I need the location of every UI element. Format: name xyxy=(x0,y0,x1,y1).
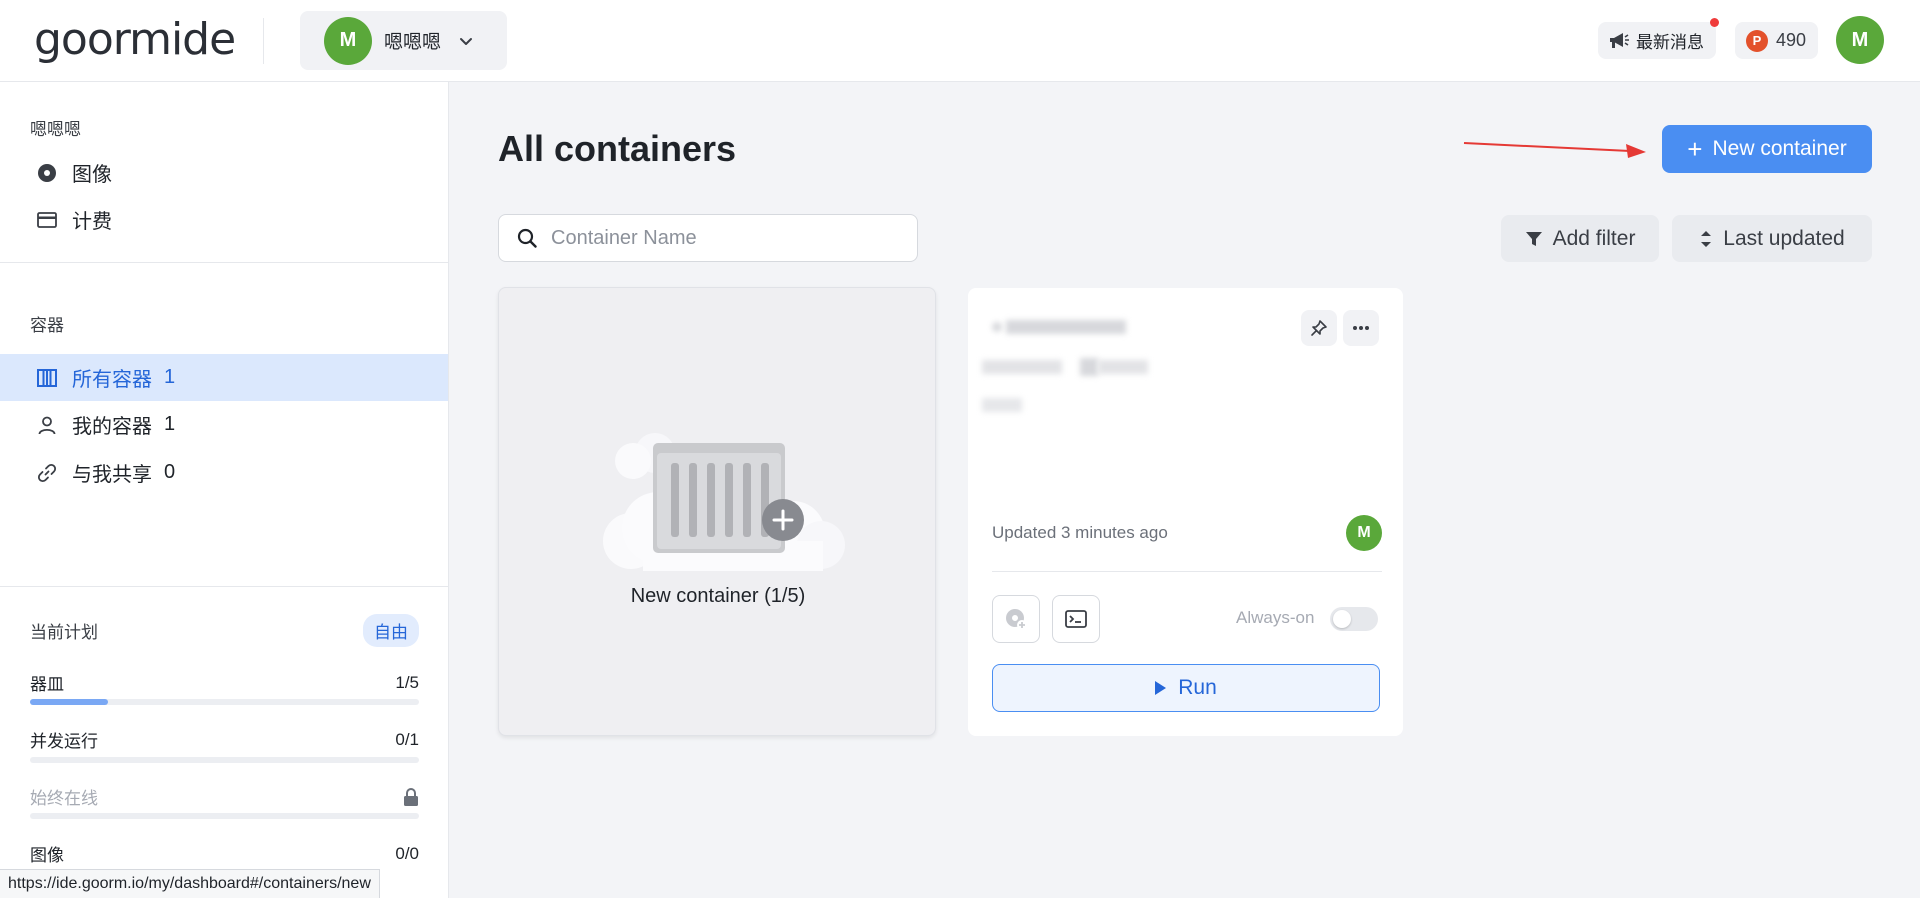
sidebar-containers-title: 容器 xyxy=(30,316,64,335)
terminal-icon xyxy=(1065,610,1087,628)
run-button[interactable]: Run xyxy=(992,664,1380,712)
news-label: 最新消息 xyxy=(1636,33,1704,52)
updated-time: Updated 3 minutes ago xyxy=(992,523,1168,542)
columns-icon xyxy=(36,367,58,389)
sidebar-item-images[interactable]: 图像 xyxy=(0,149,448,196)
card-divider xyxy=(992,571,1382,572)
run-label: Run xyxy=(1178,676,1217,699)
sidebar-item-count: 1 xyxy=(164,366,176,388)
sidebar-item-label: 所有容器 xyxy=(72,369,152,391)
annotation-arrow xyxy=(1463,142,1646,158)
org-switcher[interactable]: M 嗯嗯嗯 xyxy=(300,11,507,70)
usage-value: 0/0 xyxy=(395,843,419,863)
ellipsis-icon xyxy=(1353,326,1369,330)
news-button[interactable]: 最新消息 xyxy=(1598,18,1719,59)
always-on-toggle[interactable] xyxy=(1330,607,1378,631)
sidebar-divider xyxy=(0,586,448,587)
plan-usage-row: 器皿 1/5 xyxy=(30,670,419,695)
plus-icon: + xyxy=(1687,134,1703,164)
disc-add-icon xyxy=(1006,609,1027,630)
sidebar-item-shared-with-me[interactable]: 与我共享 0 xyxy=(0,449,448,496)
sidebar-item-count: 0 xyxy=(164,461,176,483)
add-image-button[interactable] xyxy=(992,595,1040,643)
container-cloud-illustration xyxy=(603,433,845,571)
usage-progress-bar xyxy=(30,813,419,819)
plan-usage-row: 图像 0/0 xyxy=(30,841,419,866)
terminal-button[interactable] xyxy=(1052,595,1100,643)
megaphone-icon xyxy=(1610,32,1629,48)
toggle-knob xyxy=(1333,610,1351,628)
sidebar-item-my-containers[interactable]: 我的容器 1 xyxy=(0,401,448,448)
sort-icon xyxy=(1699,229,1713,249)
points-button[interactable]: P 490 xyxy=(1735,22,1819,59)
link-icon xyxy=(36,462,58,484)
usage-progress-bar xyxy=(30,699,419,705)
points-value: 490 xyxy=(1776,30,1807,50)
goormide-logo[interactable]: goormide xyxy=(34,14,236,65)
sidebar-divider xyxy=(0,262,448,263)
sidebar-item-label: 计费 xyxy=(72,211,112,233)
user-avatar[interactable]: M xyxy=(1836,16,1884,64)
current-plan-label: 当前计划 xyxy=(30,623,98,642)
always-on-label: Always-on xyxy=(1236,608,1315,627)
sidebar-item-count: 1 xyxy=(164,413,176,435)
credit-card-icon xyxy=(36,209,58,231)
new-container-label: New container xyxy=(1712,137,1847,160)
sidebar-item-all-containers[interactable]: 所有容器 1 xyxy=(0,354,448,401)
sidebar-item-label: 与我共享 xyxy=(72,464,152,486)
page-title: All containers xyxy=(498,128,737,169)
add-filter-button[interactable]: Add filter xyxy=(1501,215,1659,262)
container-card[interactable]: Updated 3 minutes ago M Always-on Run xyxy=(968,288,1403,736)
sidebar-item-label: 我的容器 xyxy=(72,416,152,438)
sort-button[interactable]: Last updated xyxy=(1672,215,1872,262)
usage-label: 器皿 xyxy=(30,675,64,694)
user-icon xyxy=(36,414,58,436)
pin-icon xyxy=(1311,320,1327,336)
org-avatar: M xyxy=(324,16,372,65)
top-header: goormide M 嗯嗯嗯 最新消息 P 490 M xyxy=(0,0,1920,82)
plan-usage-row: 并发运行 0/1 xyxy=(30,727,419,752)
usage-value: 0/1 xyxy=(395,729,419,749)
add-filter-label: Add filter xyxy=(1552,226,1636,250)
plan-usage-row: 始终在线 xyxy=(30,784,419,809)
new-container-card[interactable]: New container (1/5) xyxy=(498,287,936,736)
plan-badge[interactable]: 自由 xyxy=(363,614,419,647)
usage-label: 并发运行 xyxy=(30,732,98,751)
new-container-card-label: New container (1/5) xyxy=(630,585,806,607)
disc-icon xyxy=(36,162,58,184)
search-icon xyxy=(517,228,537,248)
org-name: 嗯嗯嗯 xyxy=(384,32,442,53)
play-icon xyxy=(1155,681,1167,695)
points-icon: P xyxy=(1746,29,1768,52)
sort-label: Last updated xyxy=(1723,226,1845,250)
sidebar-org-title: 嗯嗯嗯 xyxy=(30,120,81,139)
filter-icon xyxy=(1525,230,1543,248)
owner-avatar: M xyxy=(1346,515,1382,551)
usage-label: 始终在线 xyxy=(30,789,98,808)
sidebar-item-label: 图像 xyxy=(72,164,112,186)
sidebar: 嗯嗯嗯 图像 计费 容器 所有容器 1 我的容器 1 与我共享 0 当前计划 自… xyxy=(0,82,449,898)
usage-progress-bar xyxy=(30,757,419,763)
more-options-button[interactable] xyxy=(1343,310,1379,346)
chevron-down-icon xyxy=(460,37,473,45)
pin-button[interactable] xyxy=(1301,310,1337,346)
current-plan-row: 当前计划 自由 xyxy=(30,614,419,647)
usage-value: 1/5 xyxy=(395,672,419,692)
lock-icon xyxy=(404,787,418,806)
usage-label: 图像 xyxy=(30,846,64,865)
news-unread-dot xyxy=(1710,18,1719,27)
sidebar-item-billing[interactable]: 计费 xyxy=(0,196,448,243)
search-input[interactable] xyxy=(551,226,891,250)
status-bar-url: https://ide.goorm.io/my/dashboard#/conta… xyxy=(0,869,380,898)
search-box xyxy=(498,214,918,262)
new-container-button[interactable]: + New container xyxy=(1662,125,1872,173)
header-divider xyxy=(263,18,264,64)
